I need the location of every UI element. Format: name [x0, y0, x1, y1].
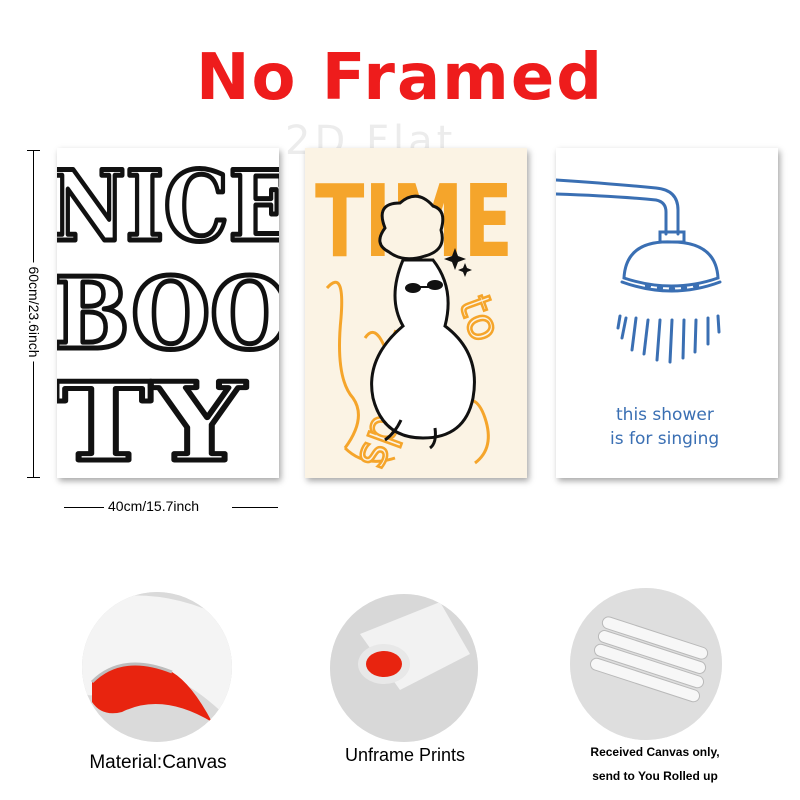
- height-dimension-tick-top: [27, 150, 40, 151]
- page-title: No Framed: [195, 41, 605, 115]
- unframed-print-photo: [330, 594, 478, 742]
- feature-caption-rolled-line2: send to You Rolled up: [592, 769, 718, 783]
- poster-shower: this shower is for singing: [556, 148, 778, 478]
- feature-caption-rolled-line1: Received Canvas only,: [590, 745, 720, 759]
- height-dimension-label: 60cm/23.6inch: [26, 262, 42, 362]
- poster-text-nice: NICE: [57, 150, 279, 263]
- feature-caption-rolled: Received Canvas only, send to You Rolled…: [560, 740, 750, 788]
- shower-text-line2: is for singing: [610, 429, 719, 449]
- rolled-canvas-photo: [570, 588, 722, 740]
- width-dimension-label: 40cm/15.7inch: [108, 498, 200, 514]
- feature-caption-unframe: Unframe Prints: [344, 745, 466, 765]
- width-dimension-line-right: [232, 507, 278, 508]
- feature-caption-material: Material:Canvas: [89, 752, 227, 773]
- canvas-material-photo: [82, 592, 232, 742]
- poster-time-to-sparkle: TIME to sparkle: [305, 148, 527, 478]
- width-dimension-line-left: [64, 507, 104, 508]
- shower-text-line1: this shower: [616, 405, 714, 425]
- poster-text-boo: BOO: [57, 257, 279, 372]
- height-dimension-tick-bottom: [27, 477, 40, 478]
- poster-nice-booty: NICE BOO TY: [57, 148, 279, 478]
- poster-text-ty: TY: [57, 360, 247, 478]
- shower-icon: [556, 178, 722, 364]
